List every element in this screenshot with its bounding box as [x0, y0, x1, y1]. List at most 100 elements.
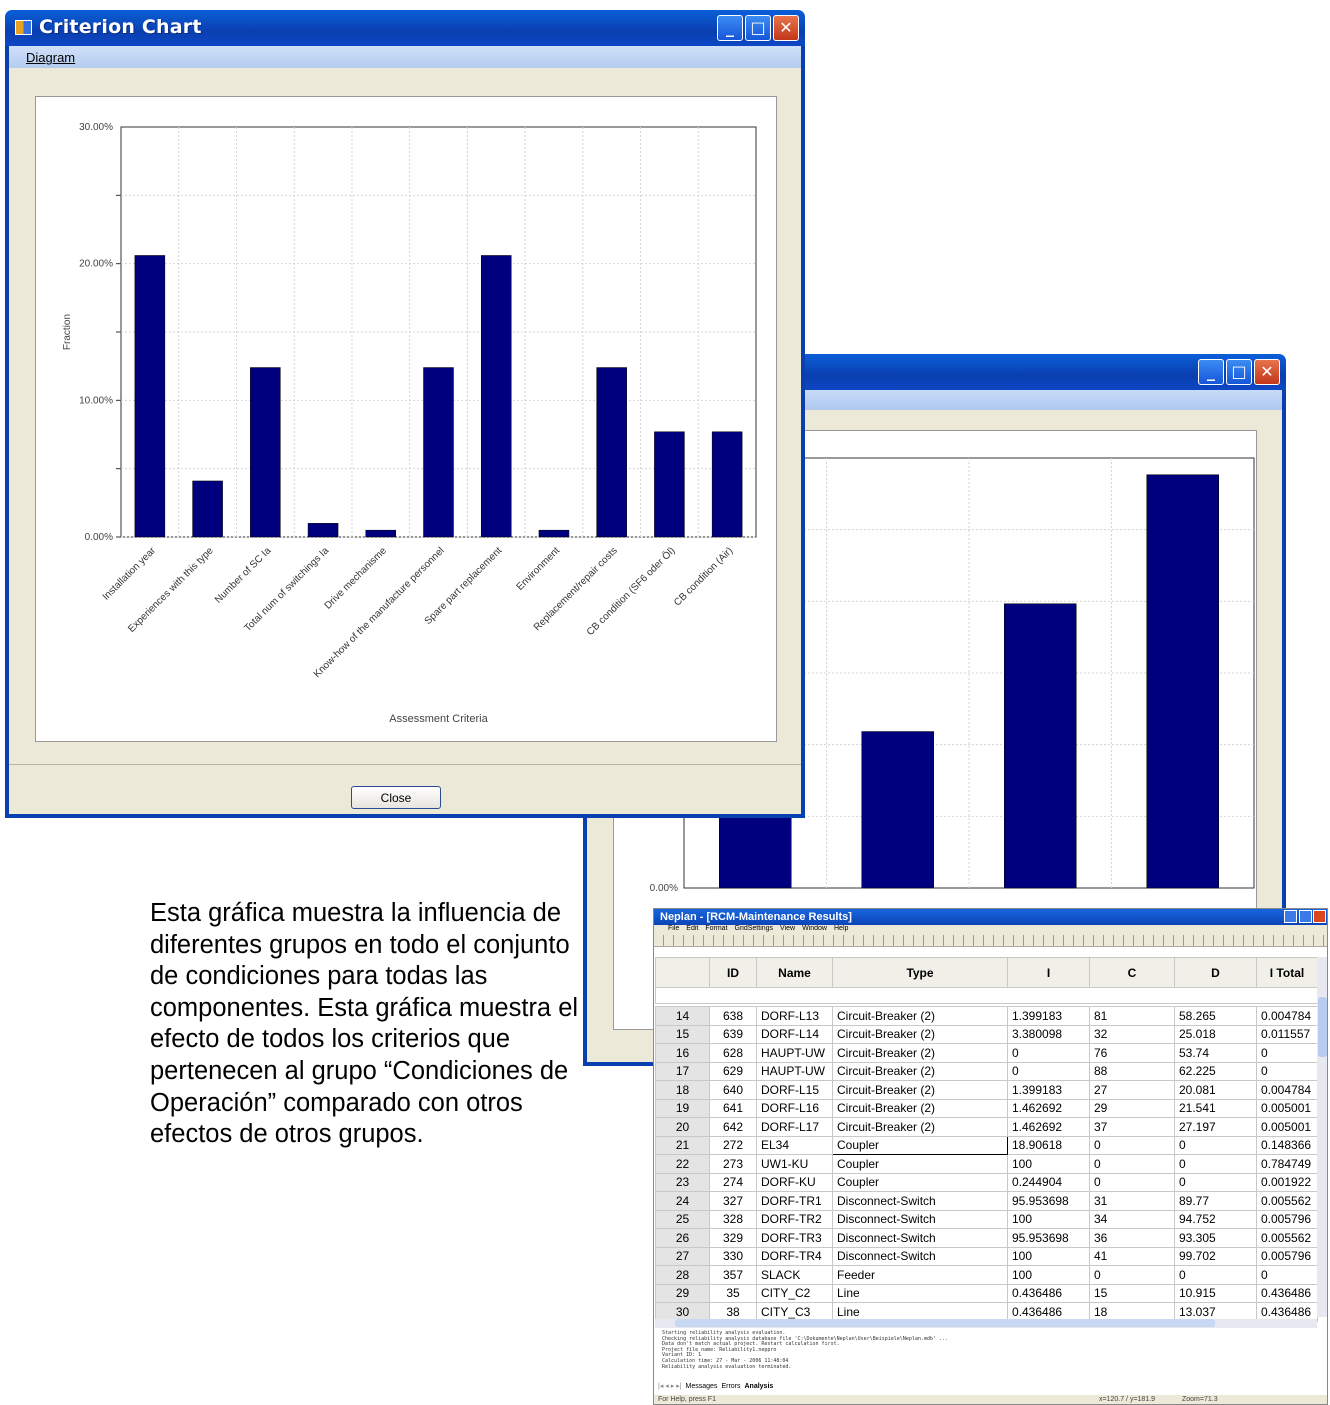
c-cell[interactable]: 41 [1089, 1246, 1175, 1266]
id-cell[interactable]: 330 [709, 1246, 757, 1266]
tab-errors[interactable]: Errors [721, 1383, 740, 1390]
table-row[interactable]: 18 640 DORF-L15 Circuit-Breaker (2) 1.399183… [655, 1080, 1318, 1100]
d-cell[interactable]: 58.265 [1174, 1006, 1257, 1026]
table-row[interactable]: 29 35 CITY_C2 Line 0.436486 15 10.915 0.436486 [655, 1283, 1318, 1303]
table-row[interactable]: 25 328 DORF-TR2 Disconnect-Switch 100 34 94.75… [655, 1209, 1318, 1229]
c-cell[interactable]: 0 [1089, 1135, 1175, 1155]
type-cell[interactable]: Feeder [832, 1265, 1008, 1285]
i-cell[interactable]: 3.380098 [1007, 1024, 1090, 1044]
itotal-cell[interactable]: 0.005562 [1256, 1191, 1318, 1211]
c-cell[interactable]: 29 [1089, 1098, 1175, 1118]
i-cell[interactable]: 95.953698 [1007, 1191, 1090, 1211]
d-cell[interactable]: 89.77 [1174, 1191, 1257, 1211]
table-row[interactable]: 20 642 DORF-L17 Circuit-Breaker (2) 1.462692… [655, 1117, 1318, 1137]
name-cell[interactable]: DORF-L13 [756, 1006, 833, 1026]
vertical-scrollbar[interactable] [1317, 957, 1327, 1317]
tab-messages[interactable]: Messages [686, 1383, 718, 1390]
table-row[interactable]: 21 272 EL34 Coupler 18.90618 0 0 0.148366 [655, 1135, 1318, 1155]
neplan-close-button[interactable] [1313, 910, 1326, 923]
itotal-cell[interactable]: 0 [1256, 1265, 1318, 1285]
id-cell[interactable]: 638 [709, 1006, 757, 1026]
type-cell[interactable]: Disconnect-Switch [832, 1228, 1008, 1248]
id-cell[interactable]: 628 [709, 1043, 757, 1063]
c-cell[interactable]: 32 [1089, 1024, 1175, 1044]
d-cell[interactable]: 25.018 [1174, 1024, 1257, 1044]
itotal-cell[interactable]: 0.784749 [1256, 1154, 1318, 1174]
d-cell[interactable]: 0 [1174, 1135, 1257, 1155]
i-cell[interactable]: 100 [1007, 1246, 1090, 1266]
name-cell[interactable]: DORF-L14 [756, 1024, 833, 1044]
neplan-toolbar[interactable] [654, 935, 1327, 947]
id-cell[interactable]: 642 [709, 1117, 757, 1137]
minimize-button[interactable]: _ [717, 15, 743, 41]
i-cell[interactable]: 100 [1007, 1265, 1090, 1285]
type-cell[interactable]: Circuit-Breaker (2) [832, 1080, 1008, 1100]
name-cell[interactable]: HAUPT-UW [756, 1043, 833, 1063]
name-cell[interactable]: DORF-L16 [756, 1098, 833, 1118]
type-cell[interactable]: Circuit-Breaker (2) [832, 1117, 1008, 1137]
type-cell[interactable]: Circuit-Breaker (2) [832, 1061, 1008, 1081]
table-row[interactable]: 15 639 DORF-L14 Circuit-Breaker (2) 3.380098… [655, 1024, 1318, 1044]
type-cell[interactable]: Circuit-Breaker (2) [832, 1006, 1008, 1026]
id-cell[interactable]: 35 [709, 1283, 757, 1303]
type-cell[interactable]: Coupler [832, 1135, 1008, 1155]
table-row[interactable]: 16 628 HAUPT-UW Circuit-Breaker (2) 0 76 53.74… [655, 1043, 1318, 1063]
name-cell[interactable]: DORF-TR2 [756, 1209, 833, 1229]
col-header-itotal[interactable]: I Total [1256, 957, 1318, 988]
table-row[interactable]: 14 638 DORF-L13 Circuit-Breaker (2) 1.399183… [655, 1006, 1318, 1026]
table-row[interactable]: 26 329 DORF-TR3 Disconnect-Switch 95.953698 3… [655, 1228, 1318, 1248]
i-cell[interactable]: 0 [1007, 1061, 1090, 1081]
menu-edit[interactable]: Edit [686, 925, 698, 935]
itotal-cell[interactable]: 0.001922 [1256, 1172, 1318, 1192]
itotal-cell[interactable]: 0.005562 [1256, 1228, 1318, 1248]
i-cell[interactable]: 1.399183 [1007, 1006, 1090, 1026]
table-row[interactable]: 17 629 HAUPT-UW Circuit-Breaker (2) 0 88 62.22… [655, 1061, 1318, 1081]
c-cell[interactable]: 81 [1089, 1006, 1175, 1026]
maximize-button[interactable]: □ [745, 15, 771, 41]
menu-view[interactable]: View [780, 925, 795, 935]
d-cell[interactable]: 62.225 [1174, 1061, 1257, 1081]
i-cell[interactable]: 18.90618 [1007, 1135, 1090, 1155]
id-cell[interactable]: 272 [709, 1135, 757, 1155]
id-cell[interactable]: 329 [709, 1228, 757, 1248]
col-header-name[interactable]: Name [756, 957, 833, 988]
c-cell[interactable]: 31 [1089, 1191, 1175, 1211]
name-cell[interactable]: DORF-L17 [756, 1117, 833, 1137]
name-cell[interactable]: SLACK [756, 1265, 833, 1285]
c-cell[interactable]: 37 [1089, 1117, 1175, 1137]
d-cell[interactable]: 99.702 [1174, 1246, 1257, 1266]
name-cell[interactable]: DORF-KU [756, 1172, 833, 1192]
i-cell[interactable]: 1.462692 [1007, 1117, 1090, 1137]
itotal-cell[interactable]: 0.005001 [1256, 1117, 1318, 1137]
itotal-cell[interactable]: 0 [1256, 1061, 1318, 1081]
type-cell[interactable]: Disconnect-Switch [832, 1191, 1008, 1211]
d-cell[interactable]: 10.915 [1174, 1283, 1257, 1303]
name-cell[interactable]: DORF-TR4 [756, 1246, 833, 1266]
close-button[interactable]: Close [351, 786, 441, 809]
i-cell[interactable]: 0 [1007, 1043, 1090, 1063]
table-row[interactable]: 24 327 DORF-TR1 Disconnect-Switch 95.953698 3… [655, 1191, 1318, 1211]
d-cell[interactable]: 53.74 [1174, 1043, 1257, 1063]
itotal-cell[interactable]: 0.004784 [1256, 1080, 1318, 1100]
type-cell[interactable]: Disconnect-Switch [832, 1209, 1008, 1229]
col-header-c[interactable]: C [1089, 957, 1175, 988]
c-cell[interactable]: 0 [1089, 1154, 1175, 1174]
c-cell[interactable]: 36 [1089, 1228, 1175, 1248]
itotal-cell[interactable]: 0.005796 [1256, 1209, 1318, 1229]
type-cell[interactable]: Coupler [832, 1172, 1008, 1192]
col-header-i[interactable]: I [1007, 957, 1090, 988]
menu-window[interactable]: Window [802, 925, 827, 935]
type-cell[interactable]: Circuit-Breaker (2) [832, 1098, 1008, 1118]
i-cell[interactable]: 1.399183 [1007, 1080, 1090, 1100]
neplan-titlebar[interactable]: Neplan - [RCM-Maintenance Results] [654, 909, 1327, 925]
name-cell[interactable]: DORF-TR1 [756, 1191, 833, 1211]
name-cell[interactable]: HAUPT-UW [756, 1061, 833, 1081]
d-cell[interactable]: 20.081 [1174, 1080, 1257, 1100]
d-cell[interactable]: 0 [1174, 1154, 1257, 1174]
table-row[interactable]: 19 641 DORF-L16 Circuit-Breaker (2) 1.462692… [655, 1098, 1318, 1118]
itotal-cell[interactable]: 0.005796 [1256, 1246, 1318, 1266]
c-cell[interactable]: 34 [1089, 1209, 1175, 1229]
itotal-cell[interactable]: 0.011557 [1256, 1024, 1318, 1044]
id-cell[interactable]: 640 [709, 1080, 757, 1100]
i-cell[interactable]: 100 [1007, 1209, 1090, 1229]
